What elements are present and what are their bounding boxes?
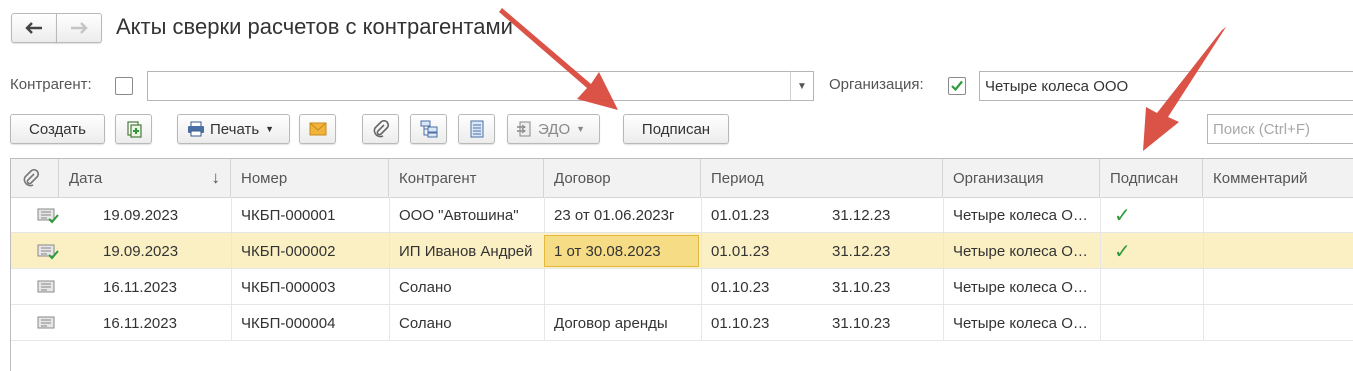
cell-organization: Четыре колеса ООО: [953, 206, 1094, 224]
counterparty-filter-checkbox[interactable]: [115, 77, 133, 95]
column-header-signed[interactable]: Подписан: [1100, 159, 1203, 197]
checkmark-icon: ✓: [1114, 240, 1131, 263]
checkmark-icon: ✓: [1114, 204, 1131, 227]
edo-button[interactable]: ЭДО ▼: [507, 114, 600, 144]
cell-counterparty: Солано: [399, 278, 452, 296]
cell-organization: Четыре колеса ООО: [953, 314, 1094, 332]
table-row[interactable]: 16.11.2023 ЧКБП-000003 Солано 01.10.23 3…: [11, 269, 1353, 305]
row-status-cell: [11, 269, 59, 305]
cell-date: 19.09.2023: [103, 242, 179, 260]
cell-organization: Четыре колеса ООО: [953, 278, 1094, 296]
cell-period-start: 01.01.23: [711, 242, 770, 260]
send-email-button[interactable]: [299, 114, 336, 144]
printer-icon: [188, 121, 204, 137]
cell-signed: ✓: [1100, 197, 1203, 233]
cell-date: 16.11.2023: [103, 314, 177, 332]
edo-icon: [517, 121, 531, 137]
cell-period-end: 31.12.23: [832, 242, 891, 260]
counterparty-filter-label: Контрагент:: [10, 76, 92, 93]
cell-contract: 1 от 30.08.2023: [554, 242, 661, 260]
document-signed-icon: [37, 244, 59, 260]
signed-filter-button[interactable]: Подписан: [623, 114, 729, 144]
document-signed-icon: [37, 208, 59, 224]
hierarchy-icon: [420, 120, 437, 138]
cell-comment: [1203, 305, 1353, 341]
column-header-counterparty[interactable]: Контрагент: [389, 159, 544, 197]
cell-period-end: 31.10.23: [832, 314, 891, 332]
cell-comment: [1203, 233, 1353, 269]
row-status-cell: [11, 197, 59, 233]
back-arrow-icon: [25, 22, 42, 34]
cell-number: ЧКБП-000003: [241, 278, 336, 296]
organization-filter-input[interactable]: Четыре колеса ООО: [979, 71, 1353, 101]
cell-number: ЧКБП-000002: [241, 242, 336, 260]
counterparty-dropdown-button[interactable]: ▼: [790, 71, 814, 101]
row-status-cell: [11, 233, 59, 269]
cell-date: 16.11.2023: [103, 278, 177, 296]
forward-arrow-icon: [71, 22, 88, 34]
column-header-organization[interactable]: Организация: [943, 159, 1100, 197]
cell-period-end: 31.10.23: [832, 278, 891, 296]
document-icon: [37, 280, 55, 293]
cell-period-start: 01.10.23: [711, 314, 770, 332]
cell-counterparty: ИП Иванов Андрей: [399, 242, 533, 260]
column-header-period[interactable]: Период: [701, 159, 943, 197]
copy-document-button[interactable]: [115, 114, 152, 144]
list-report-button[interactable]: [458, 114, 495, 144]
cell-date: 19.09.2023: [103, 206, 179, 224]
reconciliation-acts-table: Дата ↓ Номер Контрагент Договор Период О…: [10, 158, 1353, 371]
search-input[interactable]: Поиск (Ctrl+F): [1207, 114, 1353, 144]
cell-signed: [1100, 269, 1203, 305]
structure-button[interactable]: [410, 114, 447, 144]
cell-number: ЧКБП-000004: [241, 314, 336, 332]
checkmark-icon: [951, 80, 963, 92]
cell-contract: [544, 269, 701, 305]
caret-down-icon: ▼: [265, 124, 275, 134]
paperclip-icon: [373, 120, 389, 138]
create-button[interactable]: Создать: [10, 114, 105, 144]
cell-signed: [1100, 305, 1203, 341]
copy-document-icon: [126, 121, 142, 138]
attachments-button[interactable]: [362, 114, 399, 144]
counterparty-filter-input[interactable]: [147, 71, 791, 101]
edo-button-label: ЭДО: [538, 120, 571, 138]
cell-period-start: 01.10.23: [711, 278, 770, 296]
row-status-cell: [11, 305, 59, 341]
organization-filter-checkbox[interactable]: [948, 77, 966, 95]
forward-button[interactable]: [56, 13, 102, 43]
page-title: Акты сверки расчетов с контрагентами: [116, 14, 513, 39]
print-button[interactable]: Печать ▼: [177, 114, 290, 144]
column-header-number[interactable]: Номер: [231, 159, 389, 197]
cell-organization: Четыре колеса ООО: [953, 242, 1094, 260]
paperclip-icon: [23, 169, 39, 187]
back-button[interactable]: [11, 13, 57, 43]
table-row[interactable]: 19.09.2023 ЧКБП-000001 ООО "Автошина" 23…: [11, 197, 1353, 233]
table-row-selected[interactable]: 19.09.2023 ЧКБП-000002 ИП Иванов Андрей …: [11, 233, 1353, 269]
organization-filter-label: Организация:: [829, 76, 924, 93]
cell-counterparty: Солано: [399, 314, 452, 332]
column-header-date[interactable]: Дата ↓: [59, 159, 231, 197]
list-icon: [470, 120, 483, 138]
chevron-down-icon: ▼: [797, 80, 807, 92]
cell-contract: 23 от 01.06.2023г: [554, 206, 675, 224]
cell-contract: Договор аренды: [554, 314, 668, 332]
envelope-icon: [309, 122, 326, 136]
table-row[interactable]: 16.11.2023 ЧКБП-000004 Солано Договор ар…: [11, 305, 1353, 341]
column-header-contract[interactable]: Договор: [544, 159, 701, 197]
cell-period-start: 01.01.23: [711, 206, 770, 224]
column-header-comment[interactable]: Комментарий: [1203, 159, 1353, 197]
cell-comment: [1203, 269, 1353, 305]
cell-comment: [1203, 197, 1353, 233]
document-icon: [37, 316, 55, 329]
column-header-attachment[interactable]: [11, 159, 59, 197]
cell-signed: ✓: [1100, 233, 1203, 269]
cell-period-end: 31.12.23: [832, 206, 891, 224]
sort-descending-icon: ↓: [211, 168, 221, 187]
cell-number: ЧКБП-000001: [241, 206, 336, 224]
cell-counterparty: ООО "Автошина": [399, 206, 519, 224]
caret-down-icon: ▼: [576, 124, 586, 134]
table-header: Дата ↓ Номер Контрагент Договор Период О…: [11, 159, 1353, 198]
print-button-label: Печать: [210, 120, 260, 138]
